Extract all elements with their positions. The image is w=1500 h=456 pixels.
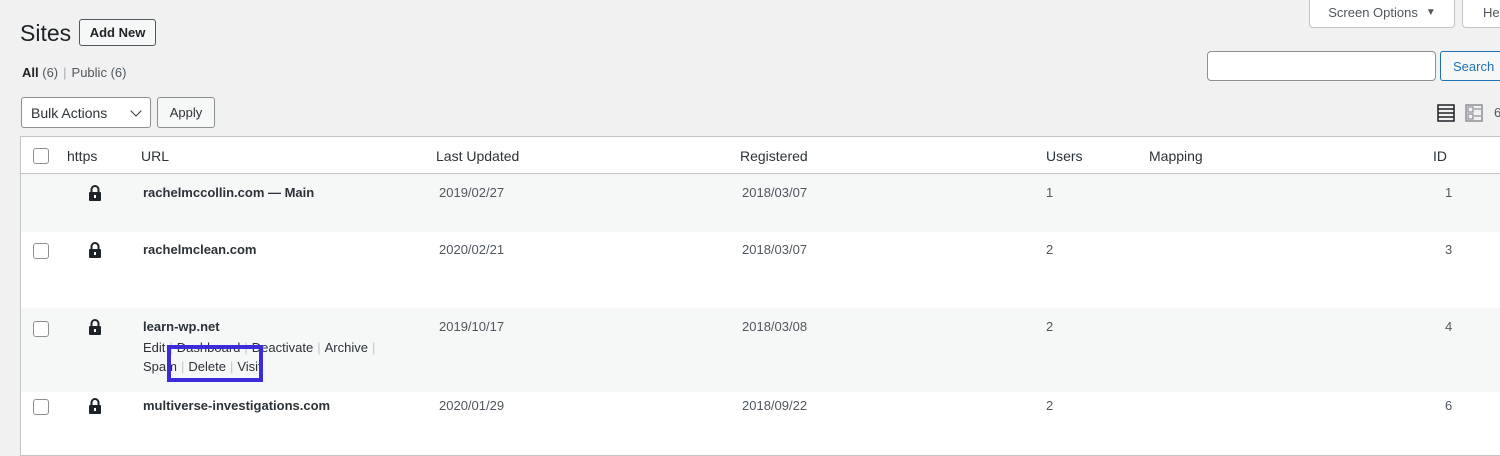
filter-all[interactable]: All (6): [22, 65, 58, 80]
bulk-actions-select[interactable]: Bulk Actions: [21, 97, 151, 128]
users-cell: 1: [1046, 185, 1054, 200]
row-checkbox[interactable]: [33, 243, 49, 259]
registered-cell: 2018/03/07: [742, 242, 808, 257]
caret-down-icon: ▼: [1425, 7, 1436, 18]
site-url-link[interactable]: learn-wp.net: [143, 319, 220, 334]
bulk-actions-value: Bulk Actions: [31, 104, 108, 121]
last-updated-cell: 2019/02/27: [439, 185, 505, 200]
site-url-link[interactable]: rachelmccollin.com — Main: [143, 185, 314, 200]
lock-icon: [89, 185, 101, 201]
table-row: rachelmclean.com 2020/02/21 2018/03/07 2…: [21, 232, 1500, 308]
row-checkbox[interactable]: [33, 321, 49, 337]
row-checkbox[interactable]: [33, 399, 49, 415]
lock-icon: [89, 398, 101, 414]
col-mapping: Mapping: [1149, 148, 1203, 164]
registered-cell: 2018/03/08: [742, 319, 808, 334]
chevron-down-icon: [130, 105, 142, 117]
last-updated-cell: 2019/10/17: [439, 319, 505, 334]
excerpt-view-icon[interactable]: [1465, 104, 1483, 122]
select-all-checkbox[interactable]: [33, 148, 49, 164]
id-cell: 4: [1445, 319, 1453, 334]
table-row: multiverse-investigations.com 2020/01/29…: [21, 392, 1500, 452]
list-view-icon[interactable]: [1437, 104, 1455, 122]
add-new-button[interactable]: Add New: [79, 19, 156, 46]
col-users: Users: [1046, 148, 1083, 164]
screen-options-label: Screen Options: [1328, 5, 1418, 20]
search-input[interactable]: [1207, 51, 1436, 81]
help-tab[interactable]: Hel: [1462, 0, 1500, 28]
last-updated-cell: 2020/01/29: [439, 398, 505, 413]
id-cell: 3: [1445, 242, 1453, 257]
page-title: Sites: [20, 20, 72, 46]
screen-options-tab[interactable]: Screen Options ▼: [1309, 0, 1455, 28]
search-button[interactable]: Search: [1440, 51, 1500, 81]
registered-cell: 2018/09/22: [742, 398, 808, 413]
filter-public[interactable]: Public (6): [72, 65, 127, 80]
col-id[interactable]: ID: [1433, 148, 1447, 164]
users-cell: 2: [1046, 319, 1054, 334]
items-count: 6: [1494, 105, 1500, 120]
status-filters: All (6) | Public (6): [22, 65, 127, 80]
id-cell: 1: [1445, 185, 1453, 200]
col-last-updated[interactable]: Last Updated: [436, 148, 519, 164]
highlight-box: [167, 345, 263, 382]
lock-icon: [89, 319, 101, 335]
last-updated-cell: 2020/02/21: [439, 242, 505, 257]
users-cell: 2: [1046, 398, 1054, 413]
users-cell: 2: [1046, 242, 1054, 257]
sites-table: https URL Last Updated Registered Users …: [20, 136, 1500, 456]
site-url-link[interactable]: rachelmclean.com: [143, 242, 256, 257]
table-header: https URL Last Updated Registered Users …: [21, 137, 1500, 174]
col-registered[interactable]: Registered: [740, 148, 808, 164]
action-edit[interactable]: Edit: [143, 340, 165, 355]
action-archive[interactable]: Archive: [325, 340, 368, 355]
apply-button[interactable]: Apply: [157, 97, 215, 128]
site-url-link[interactable]: multiverse-investigations.com: [143, 398, 330, 413]
col-url[interactable]: URL: [141, 148, 169, 164]
id-cell: 6: [1445, 398, 1453, 413]
lock-icon: [89, 242, 101, 258]
table-row: rachelmccollin.com — Main 2019/02/27 201…: [21, 174, 1500, 232]
col-https: https: [67, 148, 98, 164]
registered-cell: 2018/03/07: [742, 185, 808, 200]
